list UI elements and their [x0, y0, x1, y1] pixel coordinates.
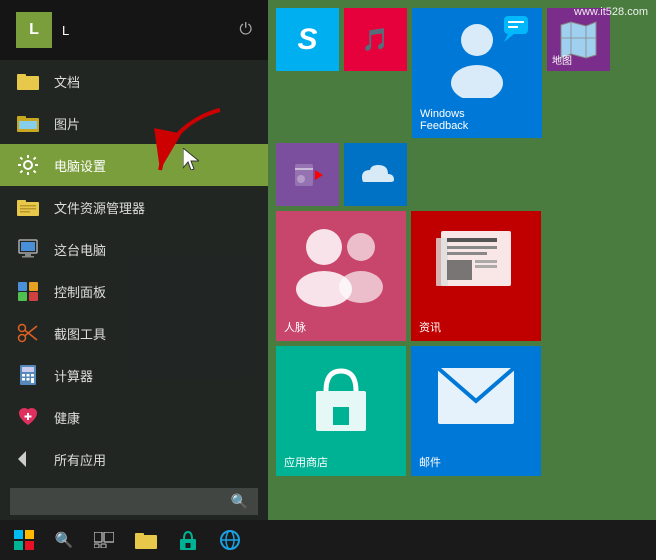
tile-mail-label: 邮件: [419, 454, 441, 470]
avatar[interactable]: L: [16, 12, 52, 48]
tile-onedrive[interactable]: [344, 143, 407, 206]
tile-news[interactable]: 资讯: [411, 211, 541, 341]
tile-store[interactable]: 应用商店: [276, 346, 406, 476]
taskbar-browser[interactable]: [210, 520, 250, 560]
taskbar: 🔍: [0, 520, 656, 560]
tile-people-label: 人脉: [284, 319, 306, 335]
menu-item-control[interactable]: 控制面板: [0, 270, 268, 312]
tile-feedback-label2: Feedback: [420, 120, 468, 132]
menu-item-thispc[interactable]: 这台电脑: [0, 228, 268, 270]
taskbar-search-button[interactable]: 🔍: [46, 520, 82, 560]
explorer-icon: [16, 195, 40, 219]
left-panel: L L ⏻ 文档: [0, 0, 268, 520]
tile-row-1: S 🎵: [276, 8, 648, 138]
tile-row-3: 人脉 资讯: [276, 211, 648, 341]
menu-label-explorer: 文件资源管理器: [54, 198, 145, 217]
menu-label-health: 健康: [54, 408, 80, 427]
username: L: [62, 23, 69, 38]
health-icon: [16, 405, 40, 429]
folder-icon: [16, 69, 40, 93]
menu-label-settings: 电脑设置: [54, 156, 106, 175]
scissors-icon: [16, 321, 40, 345]
music-icon: 🎵: [362, 27, 389, 53]
settings-icon: [16, 153, 40, 177]
tiles-grid: S 🎵: [268, 0, 656, 520]
menu-item-pics[interactable]: 图片: [0, 102, 268, 144]
menu-item-allapps[interactable]: 所有应用: [0, 438, 268, 480]
menu-label-snipping: 截图工具: [54, 324, 106, 343]
search-icon: 🔍: [55, 531, 74, 549]
menu-item-snipping[interactable]: 截图工具: [0, 312, 268, 354]
menu-item-docs[interactable]: 文档: [0, 60, 268, 102]
tile-news-label: 资讯: [419, 319, 441, 335]
menu-label-docs: 文档: [54, 72, 80, 91]
taskbar-store[interactable]: [168, 520, 208, 560]
user-header: L L ⏻: [0, 0, 268, 60]
menu-label-calc: 计算器: [54, 366, 93, 385]
watermark: www.it528.com: [574, 6, 648, 18]
menu-label-allapps: 所有应用: [54, 450, 106, 469]
search-input[interactable]: [20, 494, 223, 509]
taskbar-explorer[interactable]: [126, 520, 166, 560]
folder-image-icon: [16, 111, 40, 135]
menu-item-explorer[interactable]: 文件资源管理器: [0, 186, 268, 228]
menu-item-health[interactable]: 健康: [0, 396, 268, 438]
menu-label-control: 控制面板: [54, 282, 106, 301]
tile-row-2: [276, 143, 648, 206]
start-menu: L L ⏻ 文档: [0, 0, 656, 520]
tile-maps-label: 地图: [552, 52, 572, 67]
tile-feedback-label: Windows: [420, 108, 468, 120]
tile-mail[interactable]: 邮件: [411, 346, 541, 476]
control-panel-icon: [16, 279, 40, 303]
tile-video[interactable]: [276, 143, 339, 206]
tile-row-4: 应用商店 邮件: [276, 346, 648, 476]
menu-items-list: 文档 图片: [0, 60, 268, 523]
calculator-icon: [16, 363, 40, 387]
search-bar[interactable]: 🔍: [10, 488, 258, 515]
menu-label-thispc: 这台电脑: [54, 240, 106, 259]
all-apps-icon: [16, 447, 40, 471]
skype-icon: S: [297, 23, 317, 57]
menu-label-pics: 图片: [54, 114, 80, 133]
menu-item-settings[interactable]: 电脑设置: [0, 144, 268, 186]
power-icon[interactable]: ⏻: [239, 21, 252, 39]
tile-skype[interactable]: S: [276, 8, 339, 71]
computer-icon: [16, 237, 40, 261]
tile-store-label: 应用商店: [284, 454, 328, 470]
taskbar-start-button[interactable]: [4, 520, 44, 560]
tile-feedback[interactable]: Windows Feedback: [412, 8, 542, 138]
tile-music[interactable]: 🎵: [344, 8, 407, 71]
tile-people[interactable]: 人脉: [276, 211, 406, 341]
user-info: L L: [16, 12, 69, 48]
taskbar-taskview[interactable]: [84, 520, 124, 560]
menu-item-calc[interactable]: 计算器: [0, 354, 268, 396]
tiles-panel: S 🎵: [268, 0, 656, 520]
search-icon[interactable]: 🔍: [231, 493, 248, 510]
